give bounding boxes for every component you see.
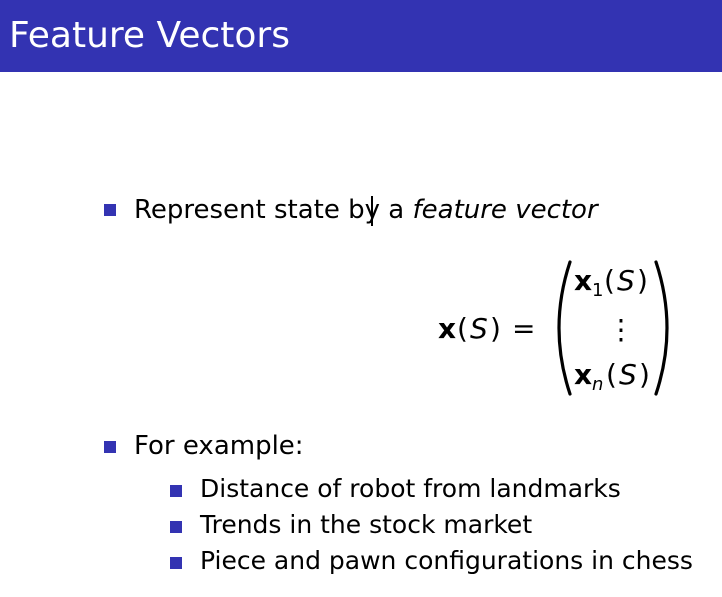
entry-n-argument: S <box>619 358 637 391</box>
lhs-open-paren: ( <box>457 312 468 345</box>
sub-bullet-square-icon <box>170 557 182 569</box>
bullet-item-feature-vector: Represent state by a feature vector <box>134 194 598 226</box>
equation-svg: x ( S ) = x 1 ( S ) ⋮ x n ( S ) <box>438 260 669 396</box>
feature-vector-emphasis: feature vector <box>412 195 598 225</box>
lhs-argument: S <box>470 312 488 345</box>
sub-item-robot-landmarks: Distance of robot from landmarks <box>200 474 621 503</box>
sub-bullet-square-icon <box>170 521 182 533</box>
entry-n-close-paren: ) <box>639 358 650 391</box>
bullet-item-for-example: For example: <box>134 431 304 461</box>
entry-1-argument: S <box>617 264 635 297</box>
feature-vector-equation: x ( S ) = x 1 ( S ) ⋮ x n ( S ) <box>436 258 676 398</box>
lhs-close-paren: ) <box>490 312 501 345</box>
text-cursor <box>371 196 373 226</box>
vertical-ellipsis: ⋮ <box>607 313 635 346</box>
bullet-square-icon <box>104 204 116 216</box>
entry-n-open-paren: ( <box>606 358 617 391</box>
entry-n-subscript: n <box>592 374 603 395</box>
entry-1-vector: x <box>574 264 592 297</box>
sub-item-stock-market: Trends in the stock market <box>200 510 533 539</box>
sub-item-chess: Piece and pawn configurations in chess <box>200 546 693 575</box>
equals-sign: = <box>512 312 535 345</box>
right-big-paren <box>654 260 669 396</box>
entry-1-close-paren: ) <box>637 264 648 297</box>
left-big-paren <box>557 260 572 396</box>
slide-title: Feature Vectors <box>9 15 290 56</box>
lhs-vector-symbol: x <box>438 312 456 345</box>
sub-bullet-square-icon <box>170 485 182 497</box>
entry-1-subscript: 1 <box>592 280 603 301</box>
bullet-square-icon <box>104 441 116 453</box>
entry-1-open-paren: ( <box>604 264 615 297</box>
title-bar: Feature Vectors <box>0 0 722 72</box>
entry-n-vector: x <box>574 358 592 391</box>
